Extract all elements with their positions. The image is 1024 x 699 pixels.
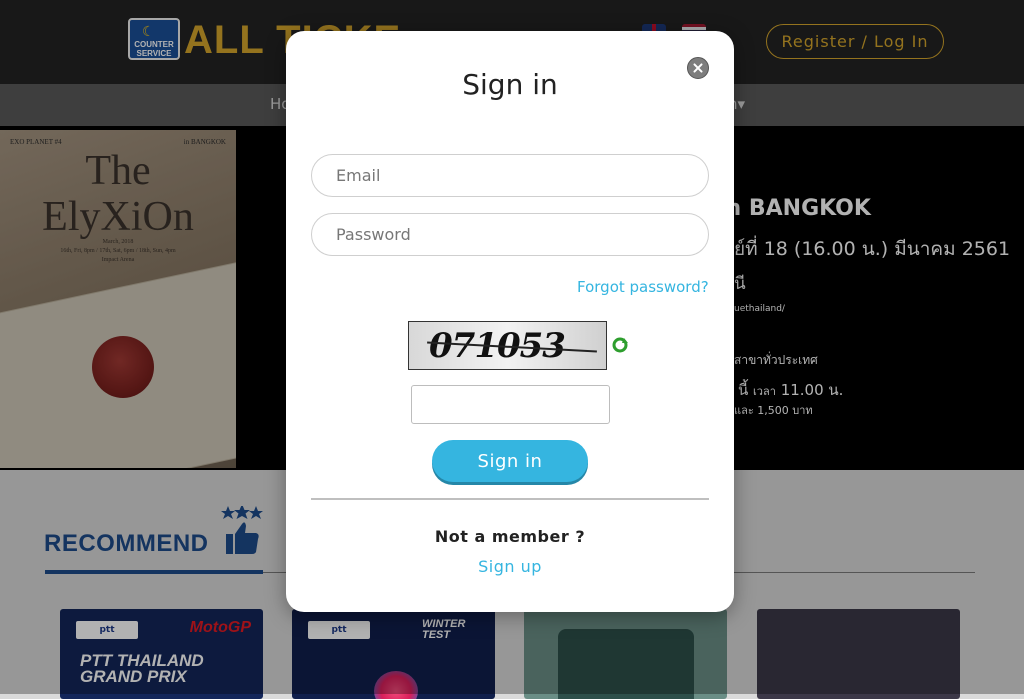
not-member-text: Not a member ? — [434, 527, 586, 546]
forgot-password-link[interactable]: Forgot password? — [577, 278, 709, 296]
password-field[interactable] — [311, 213, 709, 256]
modal-title: Sign in — [462, 68, 558, 101]
email-field[interactable] — [311, 154, 709, 197]
sign-up-link[interactable]: Sign up — [286, 557, 734, 576]
modal-divider — [311, 498, 709, 500]
captcha-input[interactable] — [411, 385, 610, 424]
captcha-image: 071053 — [408, 321, 607, 370]
refresh-captcha-icon[interactable] — [612, 337, 628, 353]
sign-in-button[interactable]: Sign in — [432, 440, 588, 482]
